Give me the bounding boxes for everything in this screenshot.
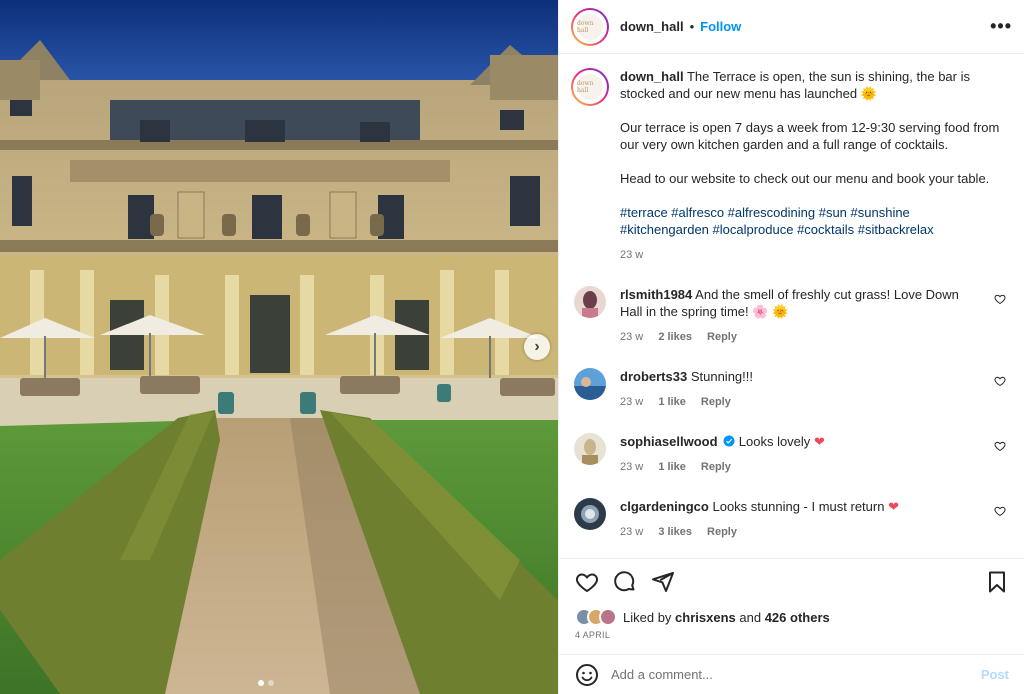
comment-username[interactable]: rlsmith1984 — [620, 287, 692, 302]
post-date: 4 APRIL — [575, 630, 611, 640]
more-options-icon[interactable]: ••• — [990, 16, 1012, 37]
comment-input[interactable] — [611, 667, 981, 682]
verified-badge-icon — [723, 435, 735, 447]
comment-text: Looks stunning - I must return — [712, 499, 885, 514]
comment-username[interactable]: clgardeningco — [620, 499, 709, 514]
comment-item: rlsmith1984 And the smell of freshly cut… — [571, 286, 1008, 346]
likes-summary: Liked by chrisxens and 426 others — [575, 608, 1009, 626]
like-heart-icon[interactable] — [575, 570, 599, 594]
commenter-avatar[interactable] — [574, 498, 606, 530]
comment-bubble-icon[interactable] — [613, 570, 637, 594]
reply-button[interactable]: Reply — [707, 526, 737, 538]
reply-button[interactable]: Reply — [701, 396, 731, 408]
heart-emoji: ❤ — [888, 499, 899, 514]
likes-others[interactable]: 426 others — [765, 610, 830, 625]
bookmark-icon[interactable] — [985, 570, 1009, 594]
heart-emoji: ❤ — [813, 434, 825, 449]
comment-item: sophiasellwood Looks lovely ❤ 23 w 1 lik… — [571, 433, 1008, 476]
comment-item: clgardeningco Looks stunning - I must re… — [571, 498, 1008, 541]
comment-username[interactable]: sophiasellwood — [620, 434, 718, 449]
caption-username[interactable]: down_hall — [620, 69, 684, 84]
comment-likes[interactable]: 2 likes — [658, 331, 692, 343]
like-comment-heart-icon[interactable] — [994, 293, 1006, 305]
likes-and: and — [739, 609, 762, 625]
caption-hashtags[interactable]: #terrace #alfresco #alfrescodining #sun … — [620, 204, 1000, 238]
caption-time: 23 w — [620, 249, 644, 261]
carousel-dot — [268, 680, 274, 686]
sun-emoji: 🌞 — [860, 86, 877, 101]
post-side-panel: down hall down_hall • Follow ••• down ha… — [558, 0, 1024, 694]
caption-meta: 23 w — [620, 247, 1000, 264]
comment-emoji: 🌸 🌞 — [752, 304, 789, 319]
like-comment-heart-icon[interactable] — [994, 375, 1006, 387]
comment-item: droberts33 Stunning!!! 23 w 1 like Reply — [571, 368, 1008, 411]
comment-text: Looks lovely — [738, 434, 811, 449]
commenter-avatar[interactable] — [574, 433, 606, 465]
comment-time: 23 w — [620, 331, 644, 343]
post-comment-button[interactable]: Post — [981, 667, 1009, 682]
comment-meta: 23 w 1 like Reply — [620, 394, 980, 411]
comment-text: Stunning!!! — [690, 369, 753, 384]
post-photo[interactable]: › — [0, 0, 558, 694]
likes-prefix: Liked by — [623, 609, 672, 625]
caption-paragraph: Our terrace is open 7 days a week from 1… — [620, 120, 1000, 152]
caption: down hall down_hall The Terrace is open,… — [571, 68, 1008, 264]
comment-meta: 23 w 1 like Reply — [620, 459, 980, 476]
reply-button[interactable]: Reply — [707, 331, 737, 343]
commenter-avatar[interactable] — [574, 286, 606, 318]
comment-meta: 23 w 3 likes Reply — [620, 524, 980, 541]
header-separator: • — [689, 19, 695, 34]
author-username[interactable]: down_hall — [620, 19, 684, 34]
liker-avatar — [599, 608, 617, 626]
follow-button[interactable]: Follow — [700, 19, 741, 34]
liker-username[interactable]: chrisxens — [675, 610, 736, 625]
emoji-icon[interactable] — [575, 663, 599, 687]
carousel-next-button[interactable]: › — [524, 334, 550, 360]
comment-username[interactable]: droberts33 — [620, 369, 687, 384]
add-comment-bar: Post — [559, 654, 1024, 694]
comment-likes[interactable]: 1 like — [658, 396, 686, 408]
caption-avatar[interactable]: down hall — [571, 68, 609, 106]
share-send-icon[interactable] — [651, 570, 675, 594]
avatar-logo: down hall — [577, 13, 603, 40]
comment-time: 23 w — [620, 461, 644, 473]
comment-time: 23 w — [620, 526, 644, 538]
commenter-avatar[interactable] — [574, 368, 606, 400]
comments-list[interactable]: down hall down_hall The Terrace is open,… — [559, 54, 1024, 550]
comment-time: 23 w — [620, 396, 644, 408]
post-header: down hall down_hall • Follow ••• — [559, 0, 1024, 54]
post-actions: Liked by chrisxens and 426 others 4 APRI… — [559, 558, 1024, 640]
terrace-photo — [0, 0, 558, 694]
reply-button[interactable]: Reply — [701, 461, 731, 473]
comment-meta: 23 w 2 likes Reply — [620, 329, 980, 346]
like-comment-heart-icon[interactable] — [994, 440, 1006, 452]
avatar-logo: down hall — [577, 74, 603, 100]
comment-likes[interactable]: 3 likes — [658, 526, 692, 538]
author-avatar[interactable]: down hall — [571, 7, 609, 46]
carousel-dot — [258, 680, 264, 686]
like-comment-heart-icon[interactable] — [994, 505, 1006, 517]
liker-avatars[interactable] — [575, 608, 617, 626]
carousel-dots — [258, 680, 274, 686]
caption-paragraph: Head to our website to check out our men… — [620, 171, 990, 186]
comment-likes[interactable]: 1 like — [658, 461, 686, 473]
